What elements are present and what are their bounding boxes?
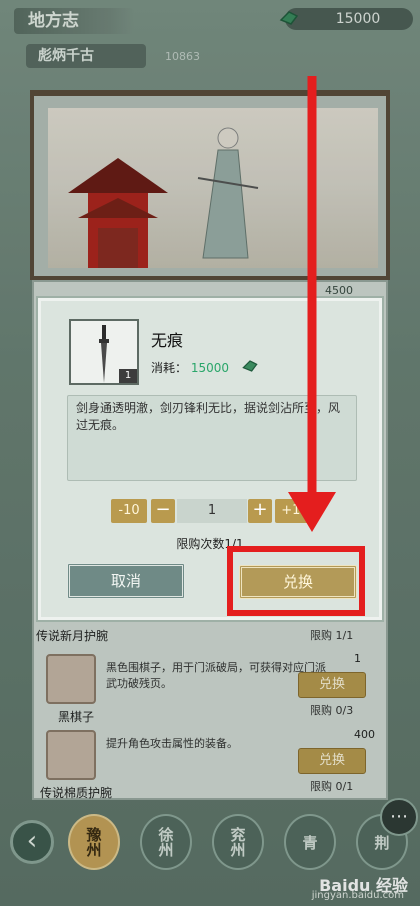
plus-ten-button[interactable]: +10 bbox=[275, 499, 315, 523]
dagger-icon bbox=[99, 325, 109, 383]
plus-button[interactable]: + bbox=[248, 499, 272, 523]
minus-button[interactable]: − bbox=[151, 499, 175, 523]
cancel-button[interactable]: 取消 bbox=[67, 563, 185, 599]
item-description: 剑身通透明澈，剑刃锋利无比，据说剑沾所至，风过无痕。 bbox=[67, 395, 357, 481]
cost-value: 15000 bbox=[190, 361, 230, 375]
quantity-stepper: -10 − 1 + +10 bbox=[111, 499, 331, 523]
item-icon-box: 1 bbox=[69, 319, 139, 385]
jade-currency-icon bbox=[242, 360, 258, 372]
item-quantity-badge: 1 bbox=[119, 369, 137, 383]
quantity-input[interactable]: 1 bbox=[177, 499, 247, 523]
cost-label: 消耗： bbox=[151, 361, 188, 375]
minus-ten-button[interactable]: -10 bbox=[111, 499, 147, 523]
annotation-highlight bbox=[227, 546, 365, 616]
item-name: 无痕 bbox=[151, 331, 184, 350]
cost-row: 消耗： 15000 bbox=[151, 359, 229, 376]
